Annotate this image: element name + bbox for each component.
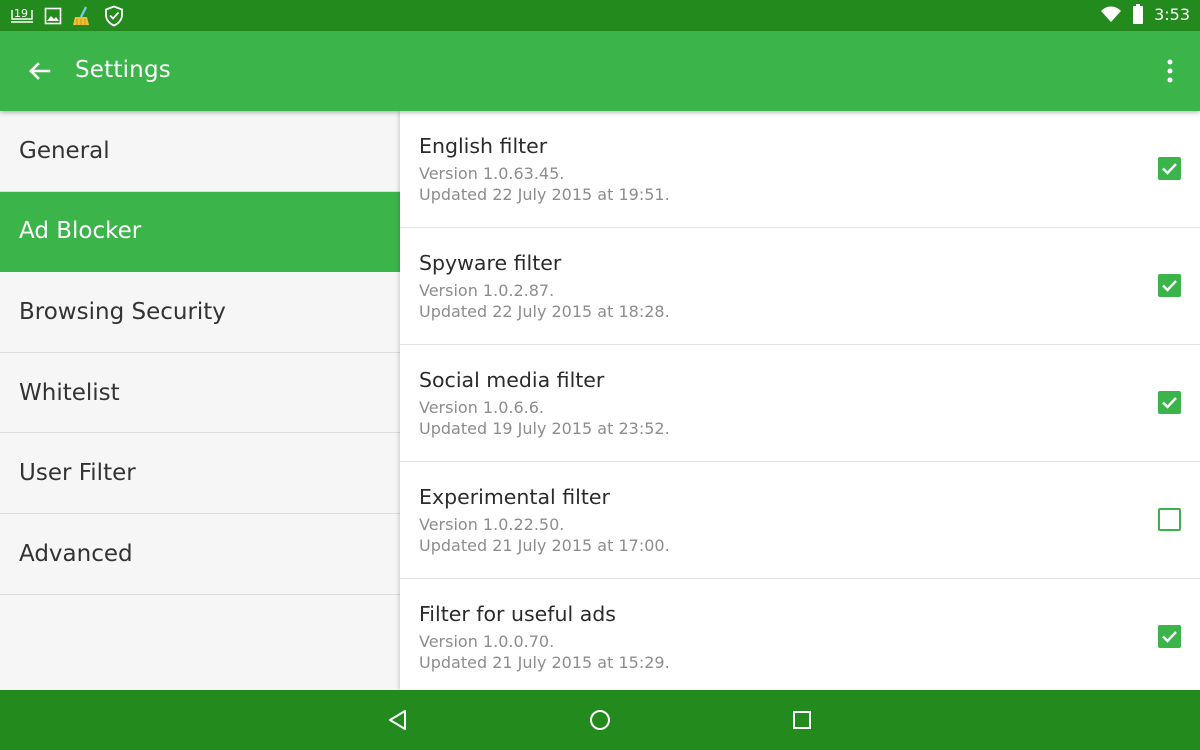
filter-checkbox[interactable] — [1158, 274, 1181, 297]
filter-row-english[interactable]: English filter Version 1.0.63.45. Update… — [400, 111, 1200, 228]
filter-checkbox[interactable] — [1158, 508, 1181, 531]
more-vert-icon — [1160, 59, 1180, 91]
nav-recents-button[interactable] — [787, 705, 817, 735]
filter-row-experimental[interactable]: Experimental filter Version 1.0.22.50. U… — [400, 462, 1200, 579]
filter-updated: Updated 22 July 2015 at 18:28. — [419, 302, 670, 321]
home-circle-icon — [585, 710, 615, 739]
filter-name: English filter — [419, 134, 548, 158]
recents-square-icon — [787, 711, 817, 739]
checkmark-icon — [1158, 274, 1181, 297]
sidebar-item-label: Advanced — [19, 540, 133, 567]
filter-name: Social media filter — [419, 368, 605, 392]
overflow-menu-button[interactable] — [1160, 55, 1180, 87]
filter-version: Version 1.0.0.70. — [419, 632, 555, 651]
filter-checkbox[interactable] — [1158, 157, 1181, 180]
filter-name: Experimental filter — [419, 485, 610, 509]
filter-checkbox[interactable] — [1158, 625, 1181, 648]
shield-check-icon — [104, 5, 124, 27]
status-bar: 19 3:53 — [0, 0, 1200, 31]
checkmark-icon — [1158, 391, 1181, 414]
nav-back-button[interactable] — [383, 705, 413, 735]
filter-updated: Updated 21 July 2015 at 15:29. — [419, 653, 670, 672]
arrow-left-icon — [22, 62, 58, 93]
page-title: Settings — [75, 57, 171, 83]
image-icon — [44, 7, 62, 25]
back-triangle-icon — [383, 710, 413, 739]
sidebar-item-label: General — [19, 137, 110, 164]
filter-checkbox[interactable] — [1158, 391, 1181, 414]
filter-name: Spyware filter — [419, 251, 562, 275]
sidebar-item-advanced[interactable]: Advanced — [0, 514, 400, 595]
filter-version: Version 1.0.63.45. — [419, 164, 565, 183]
filter-row-spyware[interactable]: Spyware filter Version 1.0.2.87. Updated… — [400, 228, 1200, 345]
badge-19-icon: 19 — [10, 6, 34, 26]
checkmark-icon — [1158, 157, 1181, 180]
battery-icon — [1132, 4, 1144, 24]
sidebar-item-label: User Filter — [19, 460, 136, 487]
status-time: 3:53 — [1154, 4, 1190, 24]
sidebar-item-browsing-security[interactable]: Browsing Security — [0, 272, 400, 353]
sidebar-item-general[interactable]: General — [0, 111, 400, 192]
sidebar-item-user-filter[interactable]: User Filter — [0, 433, 400, 514]
sidebar-item-label: Ad Blocker — [19, 218, 142, 245]
app-bar: Settings — [0, 31, 1200, 111]
filter-updated: Updated 21 July 2015 at 17:00. — [419, 536, 670, 555]
system-nav-bar — [0, 690, 1200, 750]
sidebar-item-ad-blocker[interactable]: Ad Blocker — [0, 191, 400, 273]
filter-updated: Updated 22 July 2015 at 19:51. — [419, 185, 670, 204]
filter-list: English filter Version 1.0.63.45. Update… — [400, 111, 1200, 690]
filter-version: Version 1.0.2.87. — [419, 281, 555, 300]
filter-row-useful-ads[interactable]: Filter for useful ads Version 1.0.0.70. … — [400, 579, 1200, 690]
back-button[interactable] — [22, 53, 58, 89]
filter-version: Version 1.0.22.50. — [419, 515, 565, 534]
settings-sidebar: General Ad Blocker Browsing Security Whi… — [0, 111, 400, 690]
filter-row-social-media[interactable]: Social media filter Version 1.0.6.6. Upd… — [400, 345, 1200, 462]
filter-version: Version 1.0.6.6. — [419, 398, 544, 417]
sidebar-item-label: Browsing Security — [19, 298, 226, 325]
notification-count: 19 — [14, 7, 28, 20]
filter-name: Filter for useful ads — [419, 602, 616, 626]
broom-icon — [72, 6, 94, 26]
sidebar-item-whitelist[interactable]: Whitelist — [0, 353, 400, 434]
sidebar-item-label: Whitelist — [19, 379, 120, 406]
checkmark-icon — [1158, 625, 1181, 648]
nav-home-button[interactable] — [585, 705, 615, 735]
filter-updated: Updated 19 July 2015 at 23:52. — [419, 419, 670, 438]
wifi-icon — [1100, 5, 1122, 23]
